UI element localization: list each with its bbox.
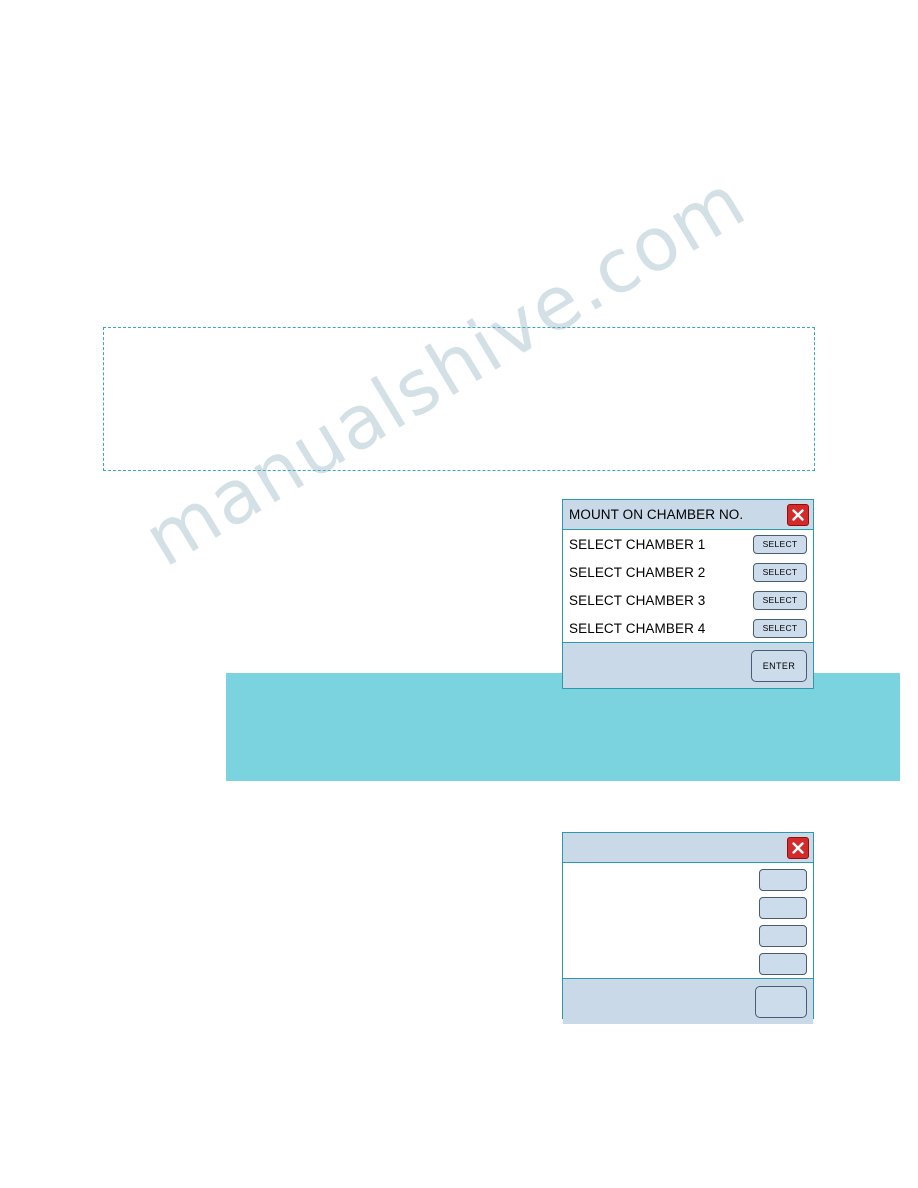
list-item[interactable]: SELECT CHAMBER 2 SELECT bbox=[563, 558, 813, 586]
list-item[interactable] bbox=[563, 950, 813, 978]
dialog-body bbox=[563, 863, 813, 978]
select-chamber-4-button[interactable]: SELECT bbox=[753, 618, 807, 638]
list-item[interactable]: SELECT CHAMBER 3 SELECT bbox=[563, 586, 813, 614]
select-chamber-1-button[interactable]: SELECT bbox=[753, 534, 807, 554]
chamber-label: SELECT CHAMBER 3 bbox=[569, 592, 706, 608]
row-button-3[interactable] bbox=[759, 925, 807, 947]
image-placeholder-fill bbox=[226, 673, 900, 781]
dialog-body: SELECT CHAMBER 1 SELECT SELECT CHAMBER 2… bbox=[563, 530, 813, 642]
dialog-footer: ENTER bbox=[563, 642, 813, 688]
chamber-label: SELECT CHAMBER 1 bbox=[569, 536, 706, 552]
row-button-2[interactable] bbox=[759, 897, 807, 919]
close-icon[interactable] bbox=[787, 837, 809, 859]
dialog-title-bar bbox=[563, 833, 813, 863]
dialog-mount-on-chamber: MOUNT ON CHAMBER NO. SELECT CHAMBER 1 SE… bbox=[562, 499, 814, 689]
dialog-blank-template bbox=[562, 832, 814, 1024]
select-chamber-3-button[interactable]: SELECT bbox=[753, 590, 807, 610]
list-item[interactable] bbox=[563, 894, 813, 922]
chamber-label: SELECT CHAMBER 4 bbox=[569, 620, 706, 636]
list-item[interactable]: SELECT CHAMBER 4 SELECT bbox=[563, 614, 813, 642]
dialog-title-bar: MOUNT ON CHAMBER NO. bbox=[563, 500, 813, 530]
image-placeholder-frame bbox=[103, 327, 900, 781]
dialog-title: MOUNT ON CHAMBER NO. bbox=[569, 506, 744, 522]
enter-button[interactable]: ENTER bbox=[751, 649, 807, 682]
list-item[interactable]: SELECT CHAMBER 1 SELECT bbox=[563, 530, 813, 558]
close-icon[interactable] bbox=[787, 504, 809, 526]
row-button-4[interactable] bbox=[759, 953, 807, 975]
list-item[interactable] bbox=[563, 866, 813, 894]
row-button-1[interactable] bbox=[759, 869, 807, 891]
chamber-label: SELECT CHAMBER 2 bbox=[569, 564, 706, 580]
select-chamber-2-button[interactable]: SELECT bbox=[753, 562, 807, 582]
dialog-footer bbox=[563, 978, 813, 1024]
enter-button[interactable] bbox=[755, 985, 807, 1018]
list-item[interactable] bbox=[563, 922, 813, 950]
